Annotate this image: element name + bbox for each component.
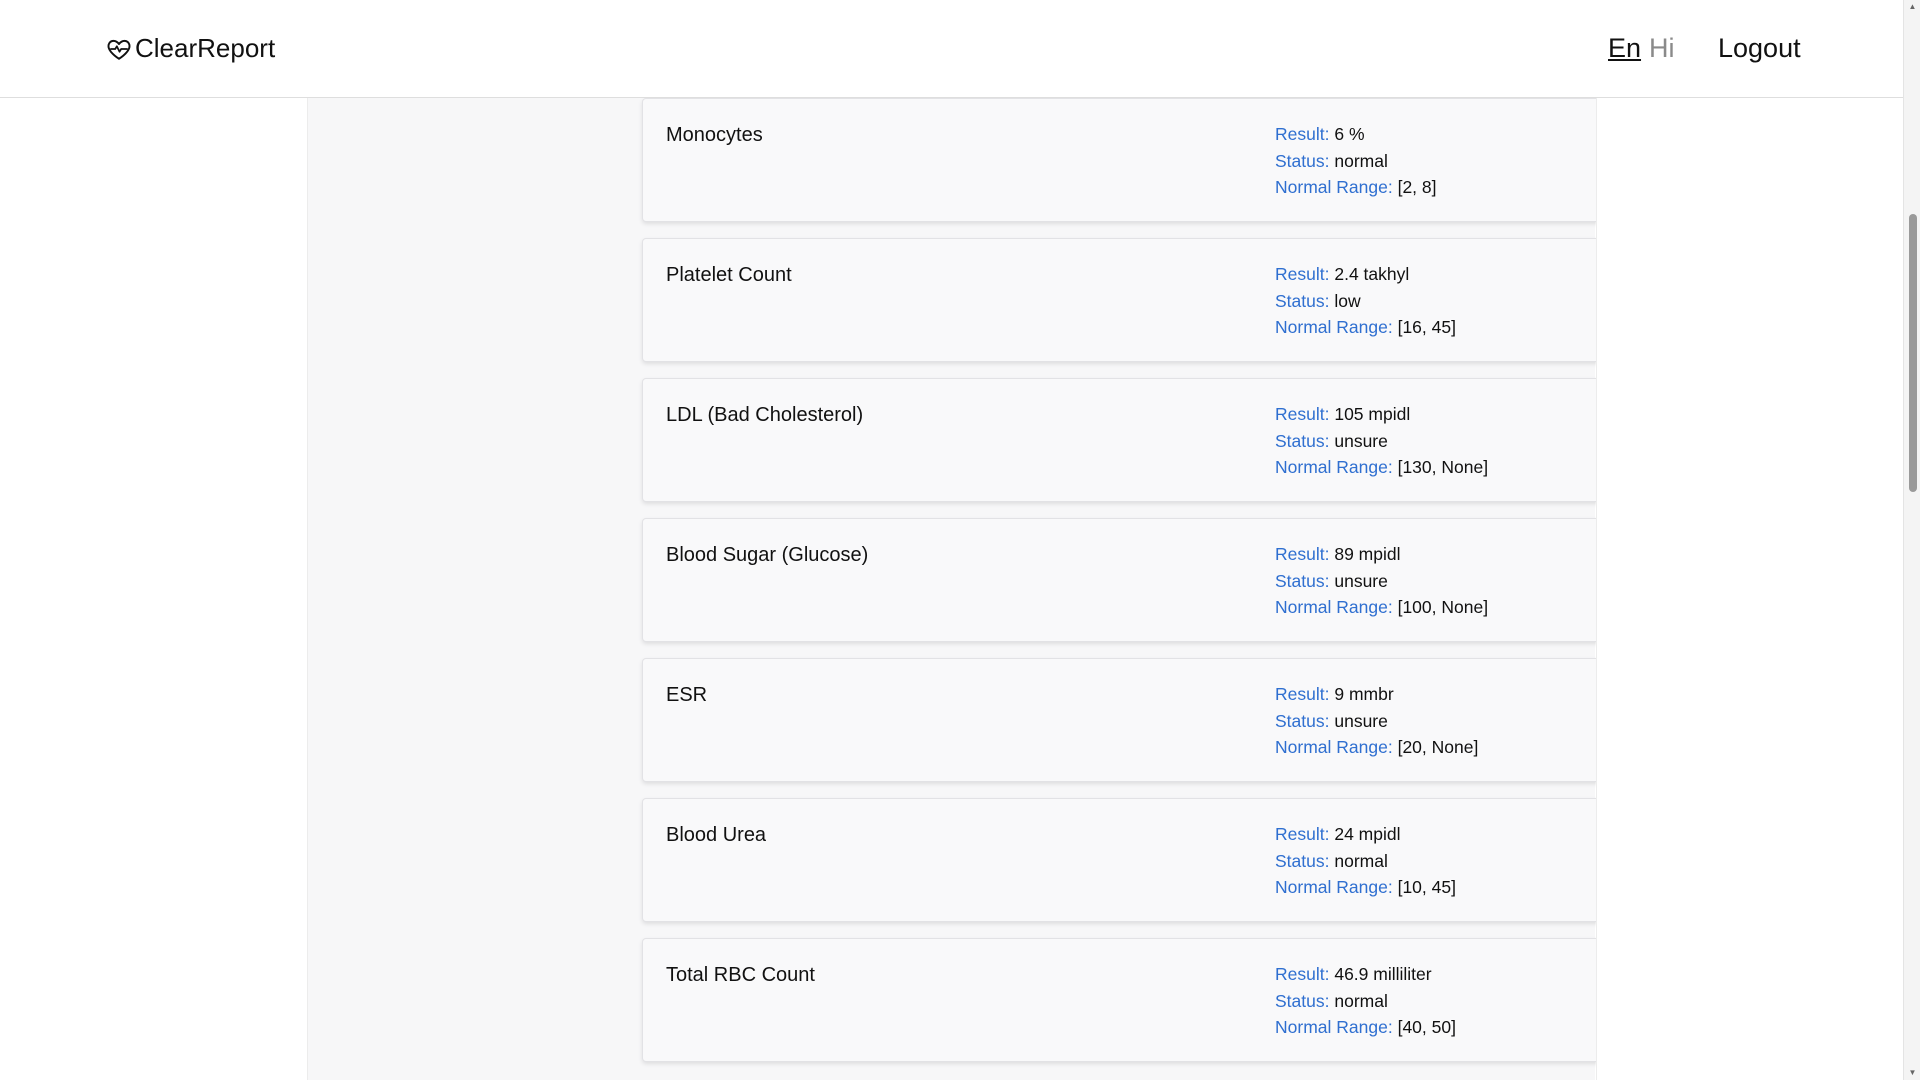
report-column: WBC Count Result: 7.9 pl Status: low Nor… (308, 0, 1878, 1080)
status-line: Status: normal (1275, 848, 1456, 875)
result-details: Result: 24 mpidl Status: normal Normal R… (1275, 821, 1456, 901)
top-navbar: ClearReport En Hi Logout (0, 0, 1903, 98)
language-switcher: En Hi (1608, 33, 1675, 64)
normal-range-value: [100, None] (1397, 597, 1489, 617)
normal-range-line: Normal Range: [20, None] (1275, 734, 1478, 761)
status-line: Status: unsure (1275, 708, 1478, 735)
normal-range-value: [16, 45] (1397, 317, 1456, 337)
test-name: Blood Urea (666, 824, 767, 846)
page-scrollbar[interactable]: ▲ ▼ (1903, 0, 1920, 1080)
status-value: normal (1334, 850, 1388, 871)
result-value: 89 mpidl (1334, 544, 1401, 564)
result-label: Result: (1275, 544, 1330, 564)
result-label: Result: (1275, 124, 1330, 144)
test-name: LDL (Bad Cholesterol) (666, 404, 864, 426)
result-label: Result: (1275, 684, 1330, 704)
normal-range-label: Normal Range: (1275, 877, 1393, 897)
scroll-down-arrow[interactable]: ▼ (1904, 1066, 1920, 1080)
normal-range-line: Normal Range: [40, 50] (1275, 1014, 1456, 1041)
status-label: Status: (1275, 430, 1330, 451)
result-details: Result: 2.4 takhyl Status: low Normal Ra… (1275, 261, 1456, 341)
result-line: Result: 2.4 takhyl (1275, 261, 1456, 288)
normal-range-label: Normal Range: (1275, 317, 1393, 337)
normal-range-label: Normal Range: (1275, 737, 1393, 757)
brand-name: ClearReport (135, 33, 276, 63)
normal-range-line: Normal Range: [10, 45] (1275, 874, 1456, 901)
heart-pulse-icon (107, 39, 131, 60)
status-label: Status: (1275, 570, 1330, 591)
normal-range-label: Normal Range: (1275, 1017, 1393, 1037)
result-value: 24 mpidl (1334, 824, 1401, 844)
test-name: Monocytes (666, 124, 763, 146)
status-value: normal (1334, 990, 1388, 1011)
result-details: Result: 6 % Status: normal Normal Range:… (1275, 121, 1437, 201)
status-value: unsure (1334, 430, 1388, 451)
status-label: Status: (1275, 710, 1330, 731)
result-line: Result: 46.9 milliliter (1275, 961, 1456, 988)
result-line: Result: 24 mpidl (1275, 821, 1456, 848)
result-details: Result: 89 mpidl Status: unsure Normal R… (1275, 541, 1488, 621)
normal-range-line: Normal Range: [2, 8] (1275, 174, 1437, 201)
result-value: 46.9 milliliter (1334, 964, 1432, 984)
normal-range-value: [10, 45] (1397, 877, 1456, 897)
test-name: ESR (666, 684, 708, 706)
result-details: Result: 105 mpidl Status: unsure Normal … (1275, 401, 1488, 481)
normal-range-line: Normal Range: [100, None] (1275, 594, 1488, 621)
result-label: Result: (1275, 964, 1330, 984)
result-details: Result: 9 mmbr Status: unsure Normal Ran… (1275, 681, 1478, 761)
result-line: Result: 89 mpidl (1275, 541, 1488, 568)
result-label: Result: (1275, 824, 1330, 844)
status-line: Status: unsure (1275, 428, 1488, 455)
status-line: Status: low (1275, 288, 1456, 315)
logout-link[interactable]: Logout (1718, 33, 1801, 64)
status-line: Status: normal (1275, 148, 1437, 175)
result-value: 105 mpidl (1334, 404, 1411, 424)
result-value: 6 % (1334, 124, 1365, 144)
normal-range-value: [40, 50] (1397, 1017, 1456, 1037)
normal-range-line: Normal Range: [130, None] (1275, 454, 1488, 481)
scroll-up-arrow[interactable]: ▲ (1904, 0, 1920, 14)
result-label: Result: (1275, 264, 1330, 284)
normal-range-value: [130, None] (1397, 457, 1489, 477)
status-label: Status: (1275, 290, 1330, 311)
result-value: 9 mmbr (1334, 684, 1394, 704)
normal-range-value: [2, 8] (1397, 177, 1437, 197)
status-line: Status: normal (1275, 988, 1456, 1015)
result-line: Result: 6 % (1275, 121, 1437, 148)
normal-range-label: Normal Range: (1275, 177, 1393, 197)
status-label: Status: (1275, 990, 1330, 1011)
status-value: unsure (1334, 710, 1388, 731)
status-value: unsure (1334, 570, 1388, 591)
status-value: low (1334, 290, 1361, 311)
status-value: normal (1334, 150, 1388, 171)
normal-range-value: [20, None] (1397, 737, 1479, 757)
test-name: Platelet Count (666, 264, 792, 286)
status-label: Status: (1275, 150, 1330, 171)
result-value: 2.4 takhyl (1334, 264, 1410, 284)
scrollbar-thumb[interactable] (1909, 214, 1917, 492)
normal-range-label: Normal Range: (1275, 597, 1393, 617)
test-name: Blood Sugar (Glucose) (666, 544, 869, 566)
result-label: Result: (1275, 404, 1330, 424)
status-label: Status: (1275, 850, 1330, 871)
right-margin (1596, 0, 1904, 1080)
test-name: Total RBC Count (666, 964, 815, 986)
result-details: Result: 46.9 milliliter Status: normal N… (1275, 961, 1456, 1041)
normal-range-line: Normal Range: [16, 45] (1275, 314, 1456, 341)
brand-link[interactable]: ClearReport (106, 33, 275, 64)
status-line: Status: unsure (1275, 568, 1488, 595)
normal-range-label: Normal Range: (1275, 457, 1393, 477)
left-margin (0, 0, 308, 1080)
result-line: Result: 9 mmbr (1275, 681, 1478, 708)
lang-en-link[interactable]: En (1608, 33, 1641, 63)
lang-hi-link[interactable]: Hi (1649, 33, 1675, 63)
result-line: Result: 105 mpidl (1275, 401, 1488, 428)
